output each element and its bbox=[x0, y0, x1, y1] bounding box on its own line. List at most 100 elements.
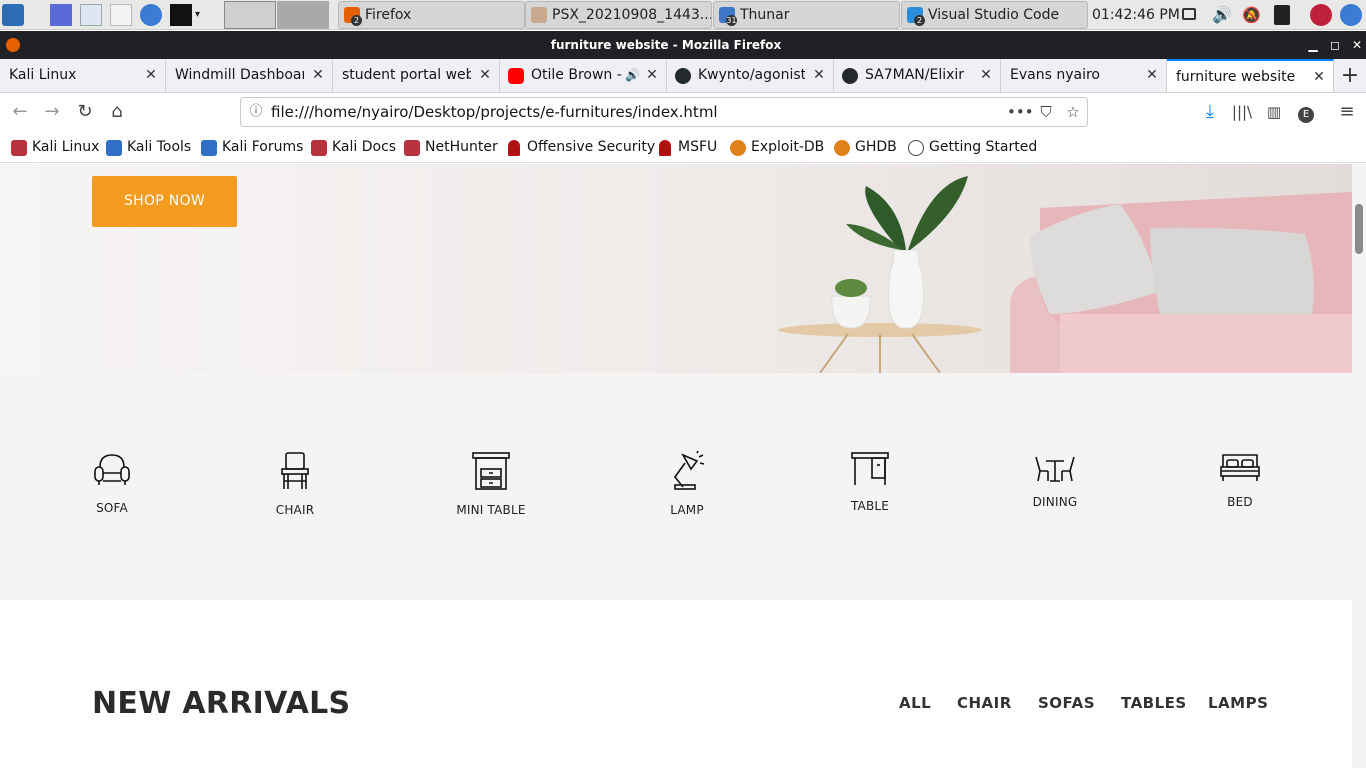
page-actions-icon[interactable]: ••• bbox=[1007, 101, 1034, 123]
workspace-2[interactable] bbox=[277, 1, 329, 29]
bookmark-kali-linux[interactable]: Kali Linux bbox=[11, 131, 99, 163]
tab-label: SA7MAN/Elixir bbox=[865, 67, 965, 83]
category-mini-table[interactable]: MINI TABLE bbox=[431, 451, 551, 517]
tab-kwynto-agonist[interactable]: Kwynto/agonist ✕ bbox=[667, 59, 834, 92]
category-bed[interactable]: BED bbox=[1180, 451, 1300, 509]
bookmark-exploit-db[interactable]: Exploit-DB bbox=[730, 131, 824, 163]
bookmark-getting-started[interactable]: Getting Started bbox=[908, 131, 1037, 163]
category-table[interactable]: TABLE bbox=[810, 451, 930, 513]
close-tab-icon[interactable]: ✕ bbox=[644, 59, 660, 92]
tab-label: Windmill Dashboard bbox=[175, 67, 304, 83]
logout-icon[interactable] bbox=[1340, 4, 1362, 26]
bookmark-nethunter[interactable]: NetHunter bbox=[404, 131, 498, 163]
github-icon bbox=[675, 68, 691, 84]
tab-otile-brown[interactable]: Otile Brown - 🔊 ✕ bbox=[500, 59, 667, 92]
close-button[interactable]: ✕ bbox=[1346, 31, 1366, 59]
maximize-button[interactable]: ◻ bbox=[1324, 31, 1346, 59]
close-tab-icon[interactable]: ✕ bbox=[1311, 61, 1327, 94]
reload-button[interactable]: ↻ bbox=[71, 98, 99, 126]
bookmark-label: Offensive Security bbox=[527, 139, 656, 155]
new-tab-button[interactable]: + bbox=[1334, 59, 1366, 92]
pocket-icon[interactable]: ⛉ bbox=[1035, 101, 1057, 123]
bookmark-kali-docs[interactable]: Kali Docs bbox=[311, 131, 396, 163]
url-text[interactable]: file:///home/nyairo/Desktop/projects/e-f… bbox=[271, 98, 718, 126]
bookmark-ghdb[interactable]: GHDB bbox=[834, 131, 897, 163]
volume-icon[interactable]: 🔊 bbox=[1212, 4, 1234, 26]
category-lamp[interactable]: LAMP bbox=[627, 451, 747, 517]
account-avatar[interactable]: E bbox=[1292, 98, 1320, 126]
terminal-icon[interactable] bbox=[170, 4, 192, 26]
tab-evans-nyairo[interactable]: Evans nyairo ✕ bbox=[1001, 59, 1167, 92]
close-tab-icon[interactable]: ✕ bbox=[811, 59, 827, 92]
close-tab-icon[interactable]: ✕ bbox=[978, 59, 994, 92]
web-browser-icon[interactable] bbox=[140, 4, 162, 26]
file-manager-icon[interactable] bbox=[80, 4, 102, 26]
clock[interactable]: 01:42:46 PM bbox=[1092, 0, 1180, 30]
bookmark-kali-tools[interactable]: Kali Tools bbox=[106, 131, 191, 163]
task-label: Visual Studio Code bbox=[928, 7, 1060, 23]
display-icon[interactable] bbox=[1182, 8, 1196, 20]
desktop-icon[interactable] bbox=[50, 4, 72, 26]
bookmarks-toolbar: Kali Linux Kali Tools Kali Forums Kali D… bbox=[0, 131, 1366, 163]
category-label: SOFA bbox=[96, 501, 128, 515]
filter-all[interactable]: ALL bbox=[899, 694, 931, 712]
tab-student-portal[interactable]: student portal website ✕ bbox=[333, 59, 500, 92]
filter-lamps[interactable]: LAMPS bbox=[1208, 694, 1268, 712]
text-editor-icon[interactable] bbox=[110, 4, 132, 26]
shop-now-button[interactable]: SHOP NOW bbox=[92, 176, 237, 227]
speaker-icon[interactable]: 🔊 bbox=[625, 59, 640, 92]
bookmark-label: Kali Tools bbox=[127, 139, 192, 155]
close-tab-icon[interactable]: ✕ bbox=[477, 59, 493, 92]
workspace-1[interactable] bbox=[224, 1, 276, 29]
taskbar-firefox[interactable]: 2 Firefox bbox=[338, 1, 525, 29]
back-button[interactable]: ← bbox=[6, 98, 34, 126]
close-tab-icon[interactable]: ✕ bbox=[1144, 59, 1160, 92]
lock-screen-icon[interactable] bbox=[1310, 4, 1332, 26]
bookmark-msfu[interactable]: MSFU bbox=[657, 131, 717, 163]
bookmark-label: Getting Started bbox=[929, 139, 1038, 155]
chevron-down-icon[interactable]: ▾ bbox=[195, 4, 207, 26]
page-scrollbar[interactable] bbox=[1352, 164, 1366, 768]
bookmark-kali-forums[interactable]: Kali Forums bbox=[201, 131, 303, 163]
image-icon bbox=[531, 7, 547, 23]
tab-kali-linux[interactable]: Kali Linux ✕ bbox=[0, 59, 166, 92]
info-icon[interactable]: ⓘ bbox=[247, 103, 265, 121]
category-sofa[interactable]: SOFA bbox=[52, 451, 172, 515]
taskbar-thunar[interactable]: 31 Thunar bbox=[713, 1, 900, 29]
offsec-icon bbox=[659, 140, 671, 156]
url-bar[interactable]: ⓘ file:///home/nyairo/Desktop/projects/e… bbox=[240, 97, 1088, 127]
bookmark-offensive-security[interactable]: Offensive Security bbox=[506, 131, 655, 163]
minimize-button[interactable]: ▁ bbox=[1302, 31, 1324, 59]
scrollbar-thumb[interactable] bbox=[1355, 204, 1363, 254]
task-label: PSX_20210908_1443... bbox=[552, 7, 712, 23]
kali-dragon-icon bbox=[311, 140, 327, 156]
github-icon bbox=[842, 68, 858, 84]
power-icon[interactable] bbox=[1274, 5, 1290, 25]
tab-label: furniture website bbox=[1176, 69, 1296, 85]
close-tab-icon[interactable]: ✕ bbox=[310, 59, 326, 92]
tab-windmill-dashboard[interactable]: Windmill Dashboard ✕ bbox=[166, 59, 333, 92]
bookmark-star-icon[interactable]: ☆ bbox=[1062, 101, 1084, 123]
taskbar-vscode[interactable]: 2 Visual Studio Code bbox=[901, 1, 1088, 29]
taskbar-image-viewer[interactable]: PSX_20210908_1443... bbox=[525, 1, 712, 29]
filter-sofas[interactable]: SOFAS bbox=[1038, 694, 1095, 712]
tab-sa7man-elixir[interactable]: SA7MAN/Elixir ✕ bbox=[834, 59, 1001, 92]
chair-icon bbox=[281, 452, 309, 489]
menu-icon[interactable]: ≡ bbox=[1333, 98, 1361, 126]
window-count-badge: 2 bbox=[351, 15, 362, 26]
kali-menu-icon[interactable] bbox=[2, 4, 24, 26]
notifications-muted-icon[interactable]: 🔕 bbox=[1242, 4, 1264, 26]
filter-chair[interactable]: CHAIR bbox=[957, 694, 1012, 712]
filter-tables[interactable]: TABLES bbox=[1121, 694, 1187, 712]
tab-label: Otile Brown - bbox=[531, 67, 622, 83]
tab-label: Kwynto/agonist bbox=[698, 67, 805, 83]
download-icon[interactable]: ⤓ bbox=[1196, 98, 1224, 126]
tab-furniture-website[interactable]: furniture website ✕ bbox=[1167, 59, 1334, 92]
category-dining[interactable]: DINING bbox=[995, 451, 1115, 509]
library-icon[interactable]: |||\ bbox=[1228, 98, 1256, 126]
close-tab-icon[interactable]: ✕ bbox=[143, 59, 159, 92]
forward-button[interactable]: → bbox=[38, 98, 66, 126]
home-button[interactable]: ⌂ bbox=[103, 98, 131, 126]
category-chair[interactable]: CHAIR bbox=[235, 451, 355, 517]
sidebar-icon[interactable]: ▥ bbox=[1260, 98, 1288, 126]
